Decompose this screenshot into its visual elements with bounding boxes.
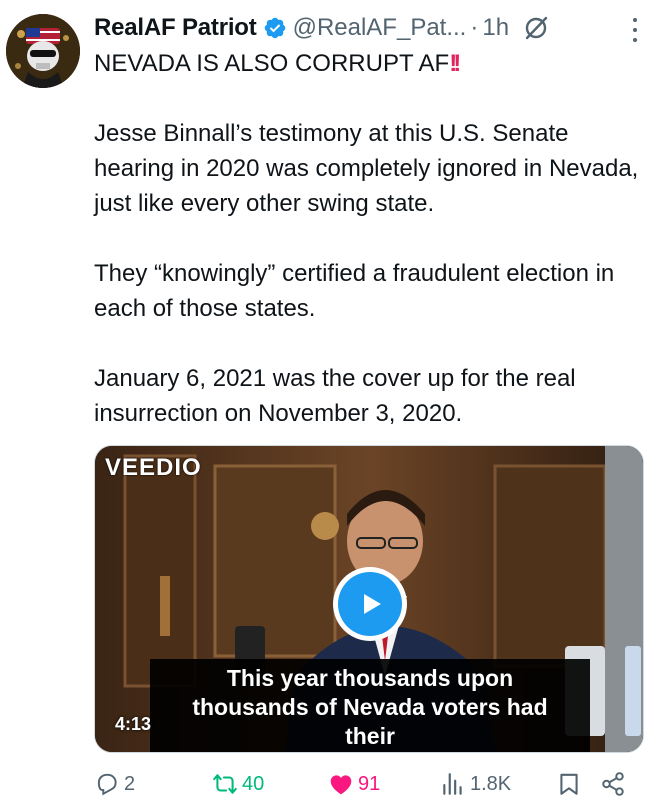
- heart-icon: [330, 775, 352, 795]
- repost-icon: [213, 774, 237, 794]
- tweet-header: RealAF Patriot @RealAF_Pat... · 1h: [94, 10, 640, 46]
- reply-icon: [97, 773, 117, 796]
- tweet-line-1: NEVADA IS ALSO CORRUPT AF!!: [94, 50, 461, 77]
- video-player[interactable]: VEEDIO This year thousands upon thousand…: [94, 445, 644, 753]
- verified-badge-icon: [264, 17, 285, 39]
- play-icon: [338, 572, 402, 636]
- separator-dot: ·: [470, 14, 479, 41]
- caption-line-2: thousands of Nevada voters had: [192, 694, 548, 720]
- like-button[interactable]: 91: [328, 766, 380, 802]
- grok-icon[interactable]: [523, 15, 549, 41]
- play-button[interactable]: [333, 567, 407, 641]
- share-icon: [602, 772, 624, 796]
- reply-count: 2: [124, 772, 136, 795]
- share-button[interactable]: [600, 766, 630, 802]
- avatar-image: [6, 14, 80, 88]
- avatar[interactable]: [6, 14, 80, 88]
- tweet-paragraph-4: January 6, 2021 was the cover up for the…: [94, 365, 576, 427]
- caption-line-1: This year thousands upon: [226, 665, 514, 691]
- tweet-paragraph-3: They “knowingly” certified a fraudulent …: [94, 260, 615, 322]
- views-count: 1.8K: [470, 772, 512, 795]
- views-icon: [443, 773, 462, 795]
- bookmark-button[interactable]: [556, 766, 586, 802]
- caption-line-3: their: [345, 723, 395, 749]
- more-icon[interactable]: [632, 18, 638, 42]
- action-bar: 2 40 91 1.8K: [94, 766, 644, 802]
- video-watermark: VEEDIO: [105, 454, 202, 481]
- author-display-name[interactable]: RealAF Patriot: [94, 14, 257, 42]
- video-duration: 4:13: [115, 714, 152, 734]
- double-exclamation-emoji: !!: [449, 50, 461, 77]
- like-count: 91: [358, 772, 381, 795]
- tweet-paragraph-2: Jesse Binnall’s testimony at this U.S. S…: [94, 120, 639, 217]
- views-button[interactable]: 1.8K: [440, 766, 511, 802]
- author-handle[interactable]: @RealAF_Pat...: [293, 14, 467, 42]
- repost-button[interactable]: 40: [212, 766, 264, 802]
- reply-button[interactable]: 2: [94, 766, 135, 802]
- video-caption: This year thousands upon thousands of Ne…: [150, 659, 590, 752]
- tweet-text: NEVADA IS ALSO CORRUPT AF!! Jesse Binnal…: [94, 46, 644, 431]
- bookmark-icon: [560, 773, 578, 795]
- repost-count: 40: [242, 772, 265, 795]
- tweet-time[interactable]: 1h: [482, 14, 509, 42]
